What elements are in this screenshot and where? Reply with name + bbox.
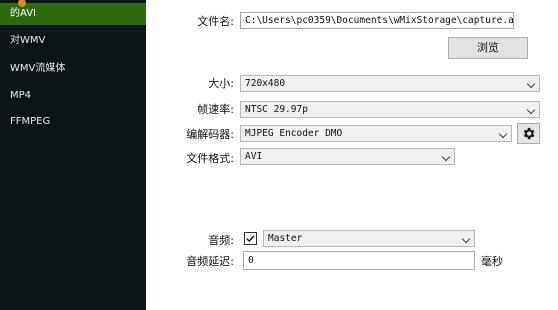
audio-delay-label: 音频延迟:	[186, 255, 234, 268]
sidebar-item-ffmpeg[interactable]: FFMPEG	[0, 111, 146, 133]
framerate-label: 帧速率:	[197, 103, 234, 116]
encoder-settings-button[interactable]	[517, 123, 540, 144]
framerate-select[interactable]: NTSC 29.97p	[240, 101, 540, 118]
audio-delay-input[interactable]: 0	[243, 251, 475, 270]
sidebar-item-label: 的AVI	[10, 8, 36, 19]
status-dot	[18, 0, 26, 7]
audio-source-value: Master	[268, 233, 303, 244]
sidebar-item-avi[interactable]: 的AVI	[0, 0, 146, 25]
browse-button[interactable]: 浏览	[448, 37, 528, 59]
size-label: 大小:	[208, 77, 234, 90]
audio-source-select[interactable]: Master	[263, 230, 475, 247]
encoder-label: 编解码器:	[186, 128, 234, 141]
audio-checkbox[interactable]	[244, 232, 257, 245]
format-select[interactable]: AVI	[240, 148, 455, 165]
sidebar-item-mp4[interactable]: MP4	[0, 85, 146, 107]
format-value: AVI	[245, 151, 263, 162]
encoder-select[interactable]: MJPEG Encoder DMO	[240, 125, 512, 142]
audio-delay-unit: 毫秒	[481, 255, 503, 268]
size-select[interactable]: 720x480	[240, 75, 540, 92]
checkmark-icon	[246, 235, 255, 243]
chevron-down-icon	[526, 79, 536, 89]
chevron-down-icon	[441, 152, 451, 162]
format-label: 文件格式:	[186, 152, 234, 165]
filename-input[interactable]: C:\Users\pc0359\Documents\wMixStorage\ca…	[240, 12, 514, 29]
format-sidebar: 的AVI 对WMV WMV流媒体 MP4 FFMPEG	[0, 0, 146, 310]
sidebar-item-label: FFMPEG	[10, 116, 51, 127]
chevron-down-icon	[498, 129, 508, 139]
sidebar-item-label: WMV流媒体	[10, 63, 66, 74]
size-value: 720x480	[245, 78, 286, 89]
chevron-down-icon	[526, 105, 536, 115]
audio-label: 音频:	[208, 234, 234, 247]
filename-label: 文件名:	[197, 15, 234, 28]
gear-icon	[523, 127, 535, 140]
framerate-value: NTSC 29.97p	[245, 104, 308, 115]
sidebar-item-wmv[interactable]: 对WMV	[0, 30, 146, 52]
encoder-value: MJPEG Encoder DMO	[245, 128, 343, 139]
sidebar-item-label: 对WMV	[10, 35, 46, 46]
sidebar-item-label: MP4	[10, 90, 32, 101]
sidebar-item-wmv-streaming[interactable]: WMV流媒体	[0, 58, 146, 80]
chevron-down-icon	[461, 234, 471, 244]
